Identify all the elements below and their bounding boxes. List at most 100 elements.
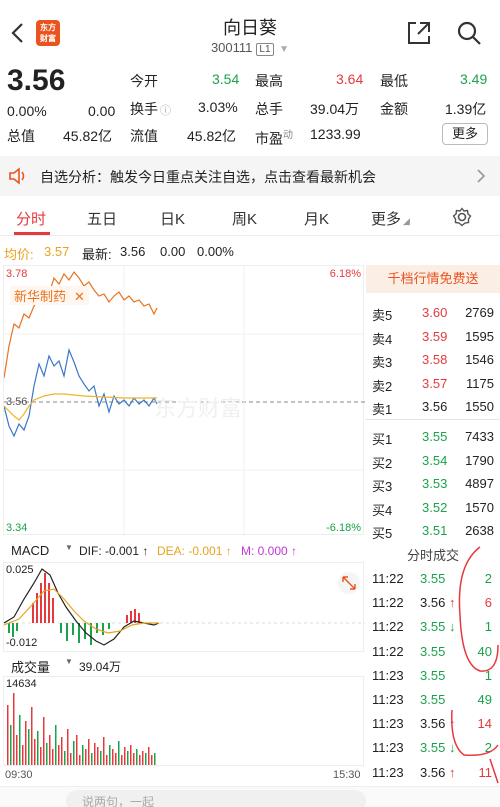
volume-bar [55, 725, 57, 765]
share-icon[interactable] [406, 20, 432, 46]
volume-dropdown-icon[interactable]: ▼ [65, 657, 73, 666]
volume-bar [25, 721, 27, 765]
float-cap-label: 流值 [130, 128, 158, 144]
turnover-value: 3.03% [198, 99, 238, 115]
pe-label: 市盈动 [255, 130, 293, 147]
tab-intraday[interactable]: 分时 [16, 208, 46, 229]
code-dropdown-icon[interactable]: ▼ [279, 44, 289, 55]
macd-name[interactable]: MACD [11, 543, 49, 558]
pct-top-label: 6.18% [329, 268, 361, 280]
buy-price: 3.53 [422, 476, 448, 491]
macd-header: MACD ▼ DIF: -0.001 ↑ DEA: -0.001 ↑ M: 0.… [3, 540, 364, 560]
buy-row[interactable]: 买2 3.54 1790 [366, 449, 500, 472]
high-value: 3.64 [336, 71, 364, 87]
volume-bar [106, 755, 108, 765]
trade-price: 3.55 [420, 619, 446, 635]
volume-bar [124, 747, 126, 765]
tab-monthly-k[interactable]: 月K [304, 208, 329, 229]
speaker-icon [9, 167, 25, 185]
volume-label: 总手 [255, 101, 283, 117]
more-button[interactable]: 更多 [442, 123, 488, 145]
volume-bar [46, 743, 48, 765]
search-icon[interactable] [456, 20, 482, 46]
buy-row[interactable]: 买5 3.51 2638 [366, 519, 500, 542]
low-label: 最低 [380, 73, 408, 89]
app-header: 东方 财富 向日葵 300111 L1 ▼ [0, 0, 500, 64]
volume-bar [97, 747, 99, 765]
buy-label: 买2 [372, 455, 393, 471]
volume-bar [37, 731, 39, 765]
macd-red-bars [32, 573, 140, 623]
tab-daily-k[interactable]: 日K [160, 208, 185, 229]
sell-volume: 1550 [465, 399, 494, 414]
volume-bar [19, 715, 21, 765]
sell-row[interactable]: 卖3 3.58 1546 [366, 348, 500, 371]
trade-price: 3.55 [420, 667, 446, 683]
trade-price: 3.56 [420, 764, 446, 780]
promo-banner[interactable]: 千档行情免费送 [366, 265, 500, 293]
avg-value: 3.57 [44, 244, 70, 259]
buy-volume: 7433 [465, 429, 494, 444]
buy-label: 买4 [372, 502, 393, 518]
analysis-banner[interactable]: 自选分析：触发今日重点关注自选，点击查看最新机会 [0, 156, 500, 196]
expand-icon [338, 572, 360, 594]
volume-bar [121, 755, 123, 765]
volume-bar [49, 735, 51, 765]
volume-bar [112, 749, 114, 765]
comment-input[interactable]: 说两句，一起 [66, 790, 366, 807]
sell-label: 卖4 [372, 331, 393, 347]
trade-time: 11:22 [372, 571, 404, 586]
tab-more[interactable]: 更多 ◢ [371, 208, 410, 229]
volume-chart-svg [7, 693, 156, 765]
volume-bar [145, 753, 147, 765]
chart-watermark: 东方财富 [154, 396, 242, 421]
volume-max-label: 14634 [6, 678, 37, 690]
tab-weekly-k[interactable]: 周K [232, 208, 257, 229]
amount-value: 1.39亿 [445, 101, 487, 117]
y-mid-label: 3.56 [6, 396, 28, 408]
settings-gear-icon[interactable] [452, 207, 472, 227]
buy-row[interactable]: 买1 3.55 7433 [366, 425, 500, 448]
buy-price: 3.51 [422, 523, 448, 538]
volume-bar [94, 743, 96, 765]
buy-volume: 1790 [465, 452, 494, 468]
volume-bar [61, 737, 63, 765]
compare-stock-label[interactable]: 新华制药 ✕ [10, 286, 89, 305]
buy-row[interactable]: 买4 3.52 1570 [366, 496, 500, 519]
info-icon[interactable]: ⓘ [160, 105, 171, 117]
trade-price: 3.56 [420, 716, 446, 732]
current-price: 3.56 [7, 64, 66, 97]
volume-bar [70, 753, 72, 765]
pe-superscript: 动 [283, 130, 293, 141]
buy-volume: 1570 [465, 499, 494, 515]
sell-volume: 2769 [465, 305, 494, 320]
volume-name[interactable]: 成交量 [11, 657, 50, 676]
latest-pct: 0.00% [197, 244, 234, 259]
sell-row[interactable]: 卖4 3.59 1595 [366, 325, 500, 348]
volume-bar [88, 739, 90, 765]
sell-volume: 1546 [465, 352, 494, 367]
volume-value: 39.04万 [310, 101, 360, 117]
volume-bar [115, 753, 117, 765]
macd-chart-svg [4, 568, 365, 646]
latest-value: 3.56 [120, 244, 146, 259]
trade-time: 11:23 [372, 740, 404, 756]
banner-text: 自选分析：触发今日重点关注自选，点击查看最新机会 [40, 169, 376, 185]
trade-time: 11:22 [372, 643, 404, 659]
volume-bar [58, 745, 60, 765]
sell-row[interactable]: 卖2 3.57 1175 [366, 372, 500, 395]
tab-five-day[interactable]: 五日 [87, 208, 117, 229]
open-label: 今开 [130, 73, 158, 89]
macd-top-label: 0.025 [6, 564, 34, 576]
buy-row[interactable]: 买3 3.53 4897 [366, 472, 500, 495]
intraday-chart[interactable]: 东方财富 3.78 3.56 3.34 6.18% -6.18% 新华制药 ✕ [3, 265, 365, 536]
sell-row[interactable]: 卖5 3.60 2769 [366, 301, 500, 324]
volume-bar [31, 707, 33, 765]
x-start-label: 09:30 [5, 769, 33, 781]
pct-bottom-label: -6.18% [326, 522, 361, 534]
trade-price: 3.55 [420, 643, 446, 659]
volume-bar [151, 755, 153, 765]
macd-dropdown-icon[interactable]: ▼ [65, 543, 73, 552]
sell-row[interactable]: 卖1 3.56 1550 [366, 395, 500, 418]
volume-bar [34, 739, 36, 765]
